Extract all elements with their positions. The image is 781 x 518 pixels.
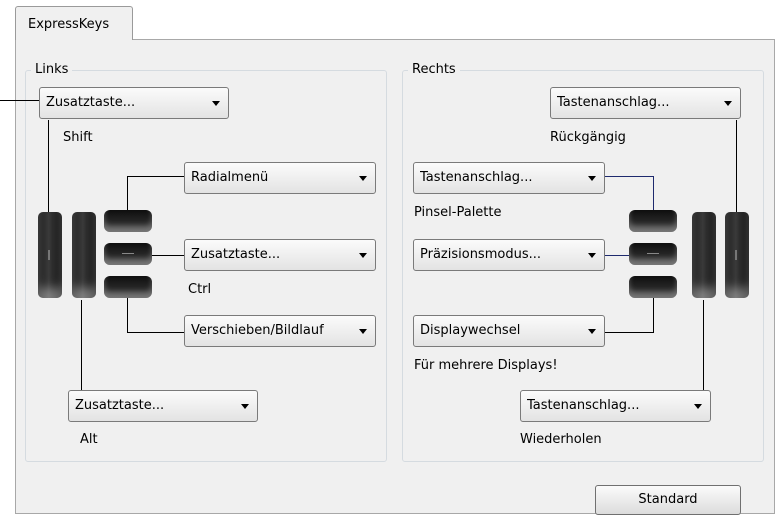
right-bottom-caption: Wiederholen: [520, 432, 602, 447]
right-key1-dropdown[interactable]: Tastenanschlag...: [413, 162, 605, 194]
left-bottom-caption: Alt: [80, 432, 98, 447]
left-express-key-3: [104, 276, 152, 298]
connector-line: [127, 176, 128, 210]
right-key1-caption: Pinsel-Palette: [414, 205, 502, 220]
connector-line: [127, 332, 184, 333]
connector-line: [127, 176, 184, 177]
callout-line: [0, 100, 15, 101]
connector-line: [150, 255, 184, 256]
connector-line: [15, 100, 39, 101]
right-bottom-dropdown[interactable]: Tastenanschlag...: [520, 390, 711, 422]
left-key1-dropdown[interactable]: Radialmenü: [184, 162, 376, 194]
connector-line: [48, 120, 49, 215]
right-express-key-2: [629, 243, 677, 265]
chevron-down-icon: [359, 176, 367, 181]
chevron-down-icon: [694, 404, 702, 409]
standard-button[interactable]: Standard: [595, 485, 741, 515]
chevron-down-icon: [588, 253, 596, 258]
right-express-key-1: [629, 210, 677, 232]
connector-line: [81, 300, 82, 400]
expresskeys-dialog: ExpressKeys Links Rechts Zusatztaste... …: [0, 0, 781, 518]
chevron-down-icon: [359, 329, 367, 334]
right-group-title: Rechts: [408, 62, 460, 77]
connector-line: [604, 332, 654, 333]
left-key2-dropdown[interactable]: Zusatztaste...: [184, 239, 376, 271]
left-top-caption: Shift: [63, 130, 93, 145]
left-touch-strip: [38, 212, 62, 298]
left-key3-dropdown[interactable]: Verschieben/Bildlauf: [184, 315, 376, 347]
left-rocker-strip: [72, 212, 96, 298]
chevron-down-icon: [724, 101, 732, 106]
connector-line: [703, 300, 704, 390]
left-group-title: Links: [31, 62, 73, 77]
chevron-down-icon: [241, 404, 249, 409]
left-key2-caption: Ctrl: [188, 282, 212, 297]
chevron-down-icon: [359, 253, 367, 258]
left-top-dropdown[interactable]: Zusatztaste...: [39, 87, 229, 119]
right-top-dropdown[interactable]: Tastenanschlag...: [550, 87, 741, 119]
right-key3-dropdown[interactable]: Displaywechsel: [413, 315, 605, 347]
tab-expresskeys[interactable]: ExpressKeys: [15, 6, 133, 40]
left-express-key-1: [104, 210, 152, 232]
right-top-caption: Rückgängig: [550, 130, 626, 145]
connector-line: [653, 176, 654, 212]
chevron-down-icon: [212, 101, 220, 106]
right-touch-strip: [725, 212, 749, 298]
left-bottom-dropdown[interactable]: Zusatztaste...: [68, 390, 258, 422]
right-rocker-strip: [692, 212, 716, 298]
chevron-down-icon: [588, 176, 596, 181]
connector-line: [653, 298, 654, 332]
connector-line: [127, 298, 128, 332]
connector-line: [736, 120, 737, 215]
left-express-key-2: [104, 243, 152, 265]
right-key3-caption: Für mehrere Displays!: [414, 358, 558, 373]
right-key2-dropdown[interactable]: Präzisionsmodus...: [413, 239, 605, 271]
right-express-key-3: [629, 276, 677, 298]
connector-line: [604, 176, 654, 177]
chevron-down-icon: [588, 329, 596, 334]
